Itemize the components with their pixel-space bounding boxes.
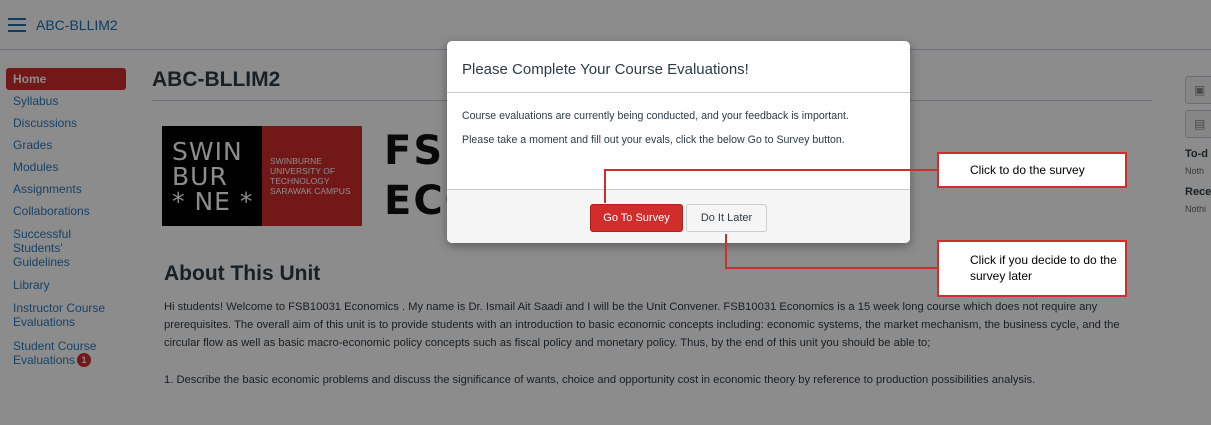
evaluation-dialog: Please Complete Your Course Evaluations!…: [447, 41, 910, 243]
go-to-survey-button[interactable]: Go To Survey: [590, 204, 683, 232]
survey-callout: Click to do the survey: [937, 152, 1127, 188]
do-it-later-button[interactable]: Do It Later: [686, 204, 767, 232]
dialog-footer: Go To Survey Do It Later: [447, 189, 910, 243]
callout-connector: [604, 169, 606, 203]
callout-connector: [604, 169, 937, 171]
dialog-paragraph: Please take a moment and fill out your e…: [462, 134, 845, 146]
callout-connector: [725, 234, 727, 268]
callout-connector: [725, 267, 937, 269]
dialog-title: Please Complete Your Course Evaluations!: [447, 41, 910, 93]
dialog-body: Course evaluations are currently being c…: [447, 93, 910, 189]
dialog-paragraph: Course evaluations are currently being c…: [462, 110, 849, 122]
later-callout: Click if you decide to do the survey lat…: [937, 240, 1127, 297]
